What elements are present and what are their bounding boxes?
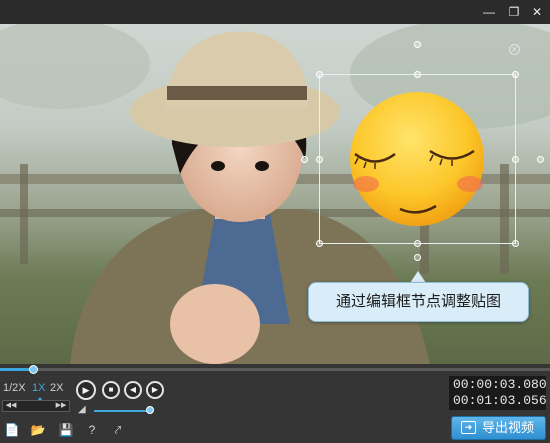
resize-handle-top-left[interactable]	[316, 71, 323, 78]
resize-handle-right[interactable]	[512, 156, 519, 163]
rotate-handle[interactable]	[414, 41, 421, 48]
stop-button[interactable]: ■	[102, 381, 120, 399]
skew-handle-right[interactable]	[537, 156, 544, 163]
play-button[interactable]: ▶	[76, 380, 96, 400]
step-forward-icon[interactable]: ▶▶	[55, 402, 67, 410]
volume-slider[interactable]	[94, 410, 152, 412]
hint-tooltip: 通过编辑框节点调整贴图	[308, 282, 529, 322]
help-icon[interactable]: ?	[84, 422, 100, 438]
previous-frame-button[interactable]: ◀	[124, 381, 142, 399]
total-time: 00:01:03.056	[453, 393, 547, 408]
export-icon: ➜	[461, 421, 476, 434]
time-display: 00:00:03.080 00:01:03.056	[449, 376, 547, 410]
close-icon[interactable]: ✕	[528, 3, 546, 21]
skew-handle-bottom[interactable]	[414, 254, 421, 261]
timeline-progress[interactable]	[0, 365, 550, 374]
skew-handle-left[interactable]	[301, 156, 308, 163]
next-frame-button[interactable]: ▶	[146, 381, 164, 399]
export-video-button[interactable]: ➜ 导出视频	[451, 416, 546, 440]
player-controls: 1/2X 1X 2X ◀◀ ▶▶ ▶ ■ ◀ ▶ ◢ 00:00:03.080 …	[0, 364, 550, 443]
sticker-edit-box[interactable]	[319, 74, 516, 244]
resize-handle-bottom-left[interactable]	[316, 240, 323, 247]
resize-handle-left[interactable]	[316, 156, 323, 163]
video-editor-window: — ❐ ✕ ✕ 通过编辑框节点调整贴图 1/2X 1X 2X ◀◀ ▶▶ ▶ ■…	[0, 0, 550, 443]
progress-knob[interactable]	[29, 365, 38, 374]
volume-knob[interactable]	[146, 406, 154, 414]
share-icon[interactable]: ⤤	[110, 422, 126, 438]
video-preview[interactable]: ✕ 通过编辑框节点调整贴图	[0, 24, 550, 364]
resize-handle-bottom-right[interactable]	[512, 240, 519, 247]
minimize-icon[interactable]: —	[480, 3, 498, 21]
step-back-icon[interactable]: ◀◀	[5, 402, 17, 410]
volume-icon[interactable]: ◢	[78, 405, 90, 415]
title-bar: — ❐ ✕	[0, 0, 550, 24]
frame-step-slider[interactable]: ◀◀ ▶▶	[2, 400, 70, 412]
resize-handle-top[interactable]	[414, 71, 421, 78]
new-file-icon[interactable]: 📄	[4, 422, 20, 438]
open-folder-icon[interactable]: 📂	[30, 422, 46, 438]
save-icon[interactable]: 💾	[58, 422, 74, 438]
delete-sticker-icon[interactable]: ✕	[509, 44, 520, 55]
speed-half[interactable]: 1/2X	[3, 382, 26, 394]
resize-handle-bottom[interactable]	[414, 240, 421, 247]
speed-2x[interactable]: 2X	[50, 382, 63, 394]
restore-icon[interactable]: ❐	[505, 3, 523, 21]
export-label: 导出视频	[482, 420, 535, 435]
resize-handle-top-right[interactable]	[512, 71, 519, 78]
current-time: 00:00:03.080	[453, 377, 547, 392]
speed-1x[interactable]: 1X	[32, 382, 45, 394]
